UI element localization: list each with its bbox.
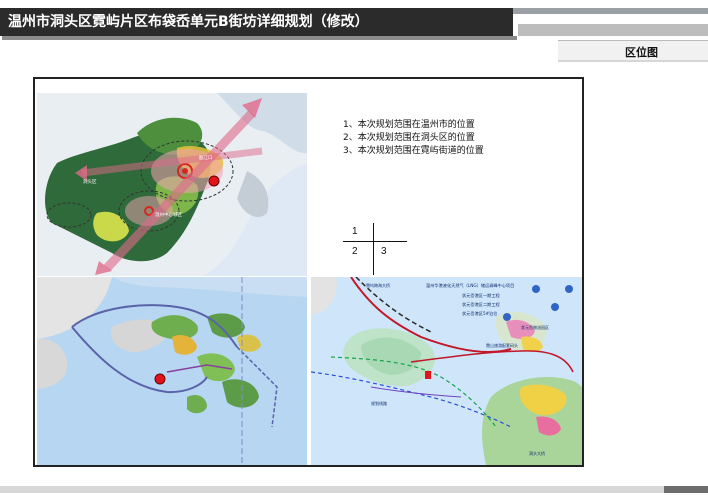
map-dongtou-svg bbox=[37, 277, 307, 465]
note-item-2: 2、本次规划范围在洞头区的位置 bbox=[343, 133, 475, 143]
notes-list: 1、本次规划范围在温州市的位置 2、本次规划范围在洞头区的位置 3、本次规划范围… bbox=[343, 119, 484, 158]
map3-label-port2: 状元岙港区二期工程 bbox=[462, 301, 501, 308]
map3-label-route: 规划线路 bbox=[371, 400, 387, 406]
location-marker-district bbox=[154, 373, 166, 385]
anchor-icon-2 bbox=[565, 285, 573, 293]
note-item-3: 3、本次规划范围在霓屿街道的位置 bbox=[343, 146, 484, 156]
map1-label-2: 瓯江口 bbox=[199, 154, 213, 161]
map1-label-3: 温州中心城区 bbox=[155, 211, 182, 218]
map3-label-wharf: 霓山旅游配套码头 bbox=[486, 342, 518, 348]
grid-key-2: 2 bbox=[352, 246, 358, 257]
map3-label-berth: 状元岙港区5#泊位 bbox=[462, 310, 498, 317]
map-panel-niyu: 温州华港液化天然气（LNG）储运调峰中心项目 状元岙港区一期工程 状元岙港区二期… bbox=[311, 277, 582, 465]
anchor-icon-4 bbox=[551, 303, 559, 311]
map3-label-dongtou-bridge: 洞头大桥 bbox=[529, 450, 545, 456]
planning-site-marker bbox=[425, 371, 431, 379]
map1-core-dot bbox=[182, 168, 188, 174]
anchor-icon-3 bbox=[503, 313, 511, 321]
map3-label-logistics: 状元岙物流园区 bbox=[521, 324, 549, 330]
grid-key-3: 3 bbox=[381, 246, 387, 257]
title-shadow bbox=[2, 36, 517, 40]
grid-key-horizontal-line bbox=[343, 241, 407, 242]
location-marker bbox=[208, 175, 220, 187]
map-panel-dongtou bbox=[37, 277, 307, 465]
footer-accent bbox=[664, 486, 708, 493]
grid-key-vertical-line bbox=[373, 223, 374, 275]
map3-label-lng: 温州华港液化天然气（LNG）储运调峰中心项目 bbox=[426, 282, 514, 289]
anchor-icon-1 bbox=[532, 285, 540, 293]
map3-label-port1: 状元岙港区一期工程 bbox=[462, 292, 501, 299]
panel-index-key: 1 2 3 bbox=[343, 223, 407, 275]
document-title: 温州市洞头区霓屿片区布袋岙单元B街坊详细规划（修改） bbox=[0, 8, 513, 36]
header-accent-stripe bbox=[513, 8, 708, 14]
map-niyu-svg: 温州华港液化天然气（LNG）储运调峰中心项目 状元岙港区一期工程 状元岙港区二期… bbox=[311, 277, 582, 465]
grid-key-1: 1 bbox=[352, 226, 358, 237]
map-wenzhou-svg: 洞头区 瓯江口 温州中心城区 bbox=[37, 93, 307, 276]
section-label: 区位图 bbox=[625, 46, 658, 59]
header-grey-bar bbox=[518, 24, 708, 36]
location-map-frame: 洞头区 瓯江口 温州中心城区 1、本次规划范围在温州市的位置 2、本次规划范围在… bbox=[33, 77, 584, 467]
map1-label-1: 洞头区 bbox=[83, 178, 97, 185]
map3-label-bridge: 霓屿跨海大桥 bbox=[366, 282, 390, 288]
section-tab: 区位图 bbox=[558, 40, 708, 62]
map-panel-wenzhou: 洞头区 瓯江口 温州中心城区 bbox=[37, 93, 307, 276]
footer-bar bbox=[0, 486, 708, 493]
note-item-1: 1、本次规划范围在温州市的位置 bbox=[343, 120, 475, 130]
